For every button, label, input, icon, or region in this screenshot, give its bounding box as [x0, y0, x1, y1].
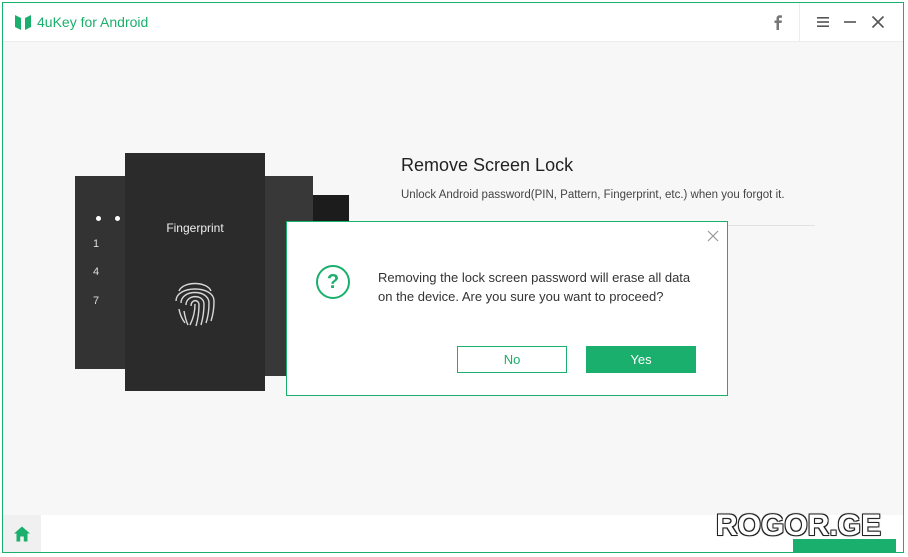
app-title: 4uKey for Android — [37, 14, 149, 30]
home-icon — [14, 526, 30, 542]
app-window: 4uKey for Android 1 4 7 Fingerprint Remo… — [2, 2, 904, 553]
close-icon[interactable] — [867, 11, 889, 33]
keypad-digit: 4 — [93, 266, 100, 278]
title-bar: 4uKey for Android — [3, 3, 903, 42]
minimize-icon[interactable] — [839, 11, 861, 33]
dialog-close-icon[interactable] — [705, 228, 721, 244]
yes-button[interactable]: Yes — [586, 346, 696, 373]
watermark: ROGOR.GE — [716, 509, 882, 542]
no-button[interactable]: No — [457, 346, 567, 373]
menu-icon[interactable] — [812, 11, 834, 33]
home-button[interactable] — [3, 515, 41, 552]
dialog-message: Removing the lock screen password will e… — [378, 270, 691, 304]
fingerprint-icon — [175, 282, 215, 327]
app-logo-icon — [15, 15, 31, 30]
page-description: Unlock Android password(PIN, Pattern, Fi… — [401, 189, 785, 201]
confirm-dialog: ? Removing the lock screen password will… — [286, 221, 728, 396]
keypad-digit: 7 — [93, 295, 100, 307]
question-icon: ? — [316, 265, 350, 299]
page-title: Remove Screen Lock — [401, 155, 574, 175]
phone-illustration-front — [125, 153, 265, 391]
keypad-digit: 1 — [93, 238, 100, 250]
facebook-icon[interactable] — [767, 11, 789, 33]
fingerprint-label: Fingerprint — [166, 221, 224, 235]
titlebar-divider — [799, 3, 800, 41]
